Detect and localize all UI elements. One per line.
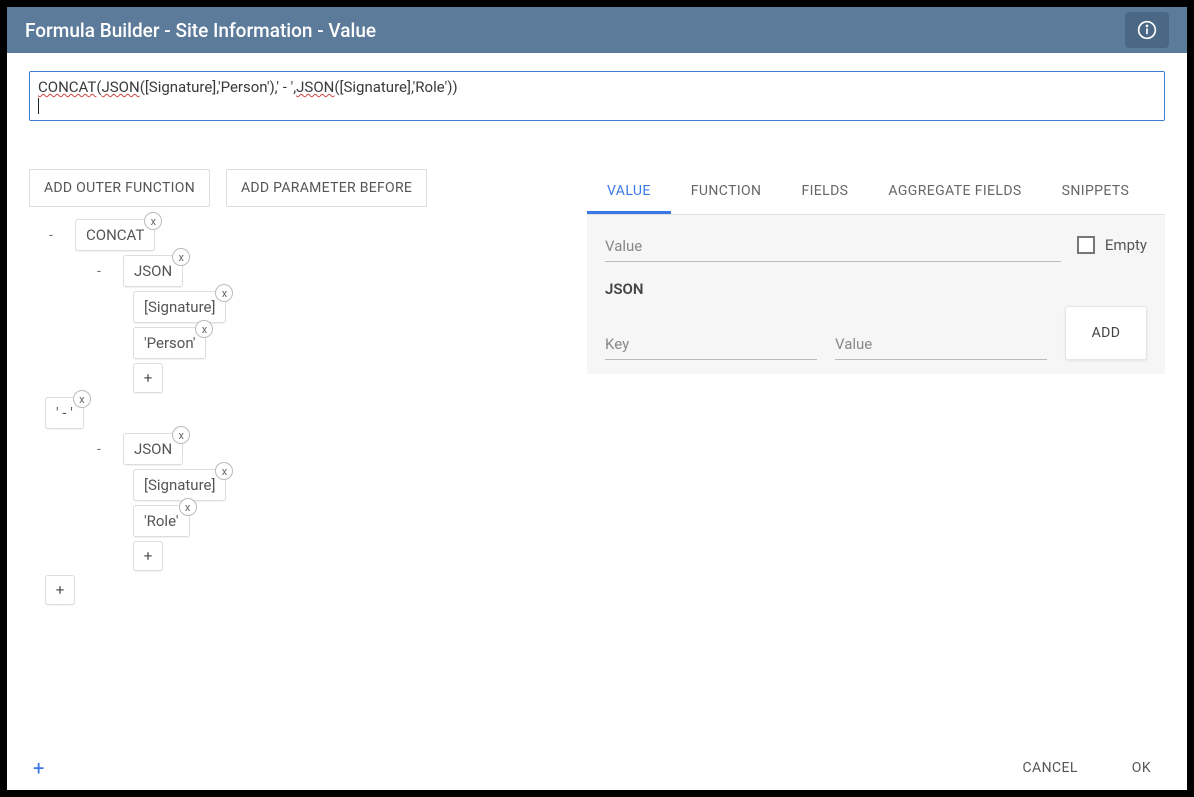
chip-literal[interactable]: 'Role'x (133, 505, 190, 537)
tree-node-json2: - JSONx (85, 433, 575, 465)
remove-icon[interactable]: x (179, 498, 197, 516)
remove-icon[interactable]: x (172, 426, 190, 444)
remove-icon[interactable]: x (144, 212, 162, 230)
json-add-button[interactable]: ADD (1065, 306, 1147, 360)
chip-field[interactable]: [Signature]x (133, 469, 226, 501)
collapse-toggle[interactable]: - (37, 226, 65, 244)
expression-tree: - CONCATx - JSONx [Signatur (29, 219, 575, 605)
tree-add-param: + (133, 363, 575, 393)
title-bar: Formula Builder - Site Information - Val… (7, 7, 1187, 53)
collapse-toggle[interactable]: - (85, 440, 113, 458)
tab-aggregate-fields[interactable]: AGGREGATE FIELDS (868, 169, 1041, 214)
cancel-button[interactable]: CANCEL (1013, 752, 1088, 784)
chip-literal[interactable]: ' - 'x (45, 397, 84, 429)
tree-node-person: 'Person'x (133, 327, 575, 359)
value-row: Empty (605, 229, 1147, 262)
add-parameter-button[interactable]: + (133, 541, 163, 571)
tab-fields[interactable]: FIELDS (781, 169, 868, 214)
tree-node-signature1: [Signature]x (133, 291, 575, 323)
add-outer-function-button[interactable]: ADD OUTER FUNCTION (29, 169, 210, 207)
tab-function[interactable]: FUNCTION (671, 169, 782, 214)
left-column: ADD OUTER FUNCTION ADD PARAMETER BEFORE … (29, 169, 575, 665)
remove-icon[interactable]: x (215, 284, 233, 302)
json-value-input[interactable] (835, 327, 1047, 360)
help-button[interactable] (1125, 12, 1169, 48)
json-heading: JSON (605, 280, 1147, 298)
chip-json[interactable]: JSONx (123, 433, 183, 465)
tree-add-param: + (133, 541, 575, 571)
add-parameter-before-button[interactable]: ADD PARAMETER BEFORE (226, 169, 427, 207)
tree-node-separator: ' - 'x (45, 397, 575, 429)
chip-concat[interactable]: CONCATx (75, 219, 155, 251)
tab-value[interactable]: VALUE (587, 169, 671, 214)
tree-node-concat: - CONCATx (37, 219, 575, 251)
chip-literal[interactable]: 'Person'x (133, 327, 206, 359)
add-parameter-button[interactable]: + (45, 575, 75, 605)
chip-json[interactable]: JSONx (123, 255, 183, 287)
tree-add-param-outer: + (45, 575, 575, 605)
button-row: ADD OUTER FUNCTION ADD PARAMETER BEFORE (29, 169, 575, 207)
app-window: Formula Builder - Site Information - Val… (0, 0, 1194, 797)
formula-textarea[interactable]: CONCAT(JSON([Signature],'Person'),' - ',… (29, 71, 1165, 121)
collapse-toggle[interactable]: - (85, 262, 113, 280)
remove-icon[interactable]: x (172, 248, 190, 266)
json-kv-row: ADD (605, 306, 1147, 360)
remove-icon[interactable]: x (215, 462, 233, 480)
remove-icon[interactable]: x (73, 390, 91, 408)
empty-checkbox-label[interactable]: Empty (1077, 236, 1147, 262)
tree-node-role: 'Role'x (133, 505, 575, 537)
dialog-title: Formula Builder - Site Information - Val… (25, 19, 376, 42)
tree-node-signature2: [Signature]x (133, 469, 575, 501)
dialog-footer: + CANCEL OK (7, 744, 1187, 790)
empty-checkbox[interactable] (1077, 236, 1095, 254)
right-column: VALUE FUNCTION FIELDS AGGREGATE FIELDS S… (587, 169, 1165, 665)
tab-bar: VALUE FUNCTION FIELDS AGGREGATE FIELDS S… (587, 169, 1165, 215)
body-scroll[interactable]: CONCAT(JSON([Signature],'Person'),' - ',… (7, 53, 1187, 744)
dialog: Formula Builder - Site Information - Val… (7, 7, 1187, 790)
chip-field[interactable]: [Signature]x (133, 291, 226, 323)
json-key-input[interactable] (605, 327, 817, 360)
columns: ADD OUTER FUNCTION ADD PARAMETER BEFORE … (7, 133, 1187, 673)
tree-node-json1: - JSONx (85, 255, 575, 287)
ok-button[interactable]: OK (1122, 752, 1161, 784)
remove-icon[interactable]: x (195, 320, 213, 338)
empty-label-text: Empty (1105, 236, 1147, 254)
dialog-body: CONCAT(JSON([Signature],'Person'),' - ',… (7, 53, 1187, 744)
info-icon (1137, 20, 1157, 40)
value-panel: Empty JSON ADD (587, 215, 1165, 374)
value-input[interactable] (605, 229, 1061, 262)
tab-snippets[interactable]: SNIPPETS (1042, 169, 1150, 214)
add-parameter-button[interactable]: + (133, 363, 163, 393)
footer-add-button[interactable]: + (33, 756, 44, 780)
